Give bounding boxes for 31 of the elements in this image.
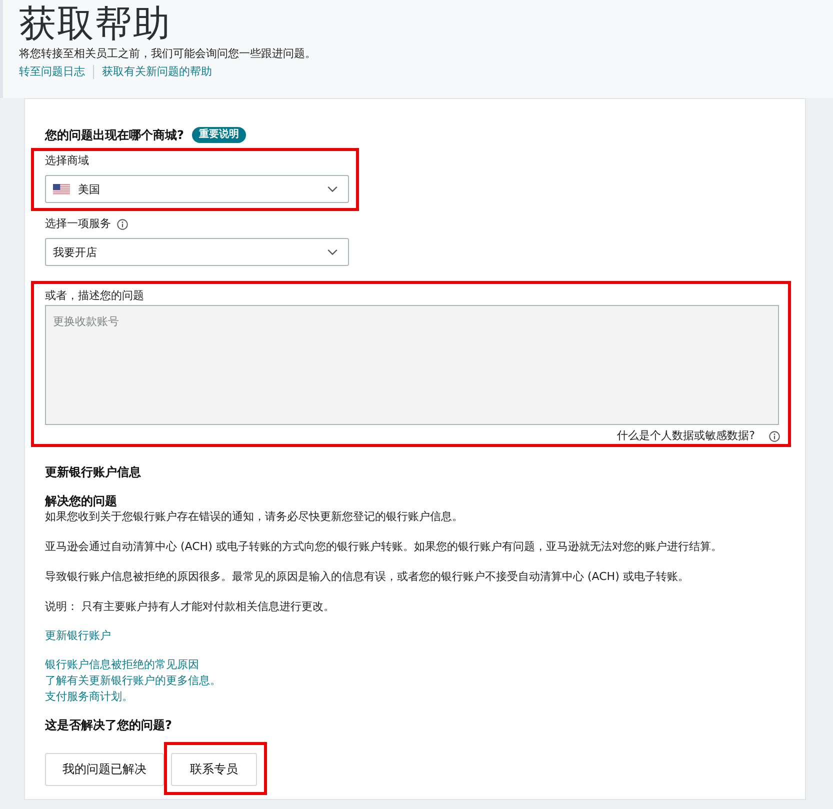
field-label: 或者，描述您的问题: [45, 288, 144, 304]
article-link[interactable]: 支付服务商计划。: [45, 689, 133, 705]
header-link[interactable]: 获取有关新问题的帮助: [102, 65, 212, 79]
article-title: 更新银行账户信息: [45, 464, 141, 480]
page-title: 获取帮助: [19, 2, 171, 46]
article-paragraph: 说明： 只有主要账户持有人才能对付款相关信息进行更改。: [45, 599, 334, 615]
privacy-hint: 什么是个人数据或敏感数据?: [617, 429, 755, 443]
article-paragraph: 如果您收到关于您银行账户存在错误的通知，请务必尽快更新您登记的银行账户信息。: [45, 509, 463, 525]
chevron-down-icon: [327, 186, 338, 192]
store-select[interactable]: 美国: [45, 175, 349, 203]
article-paragraph: 导致银行账户信息被拒绝的原因很多。最常见的原因是输入的信息有误，或者您的银行账户不接受自动清算中心 (ACH) 或电子转账。: [45, 569, 689, 585]
field-label: 选择商域: [45, 153, 89, 169]
service-select[interactable]: 我要开店: [45, 238, 349, 266]
feedback-button[interactable]: 我的问题已解决: [45, 753, 164, 786]
field-label: 选择一项服务: [45, 216, 111, 232]
feedback-button[interactable]: 联系专员: [171, 753, 257, 786]
info-icon: [117, 218, 128, 230]
article-link[interactable]: 银行账户信息被拒绝的常见原因: [45, 657, 199, 673]
article-subtitle: 解决您的问题: [45, 493, 117, 509]
article-paragraph: 亚马逊会通过自动清算中心 (ACH) 或电子转账的方式向您的银行账户转账。如果您的银行账户有问题，亚马逊就无法对您的账户进行结算。: [45, 539, 722, 555]
flag-icon: [53, 184, 70, 194]
chevron-down-icon: [327, 248, 338, 256]
header-link[interactable]: 转至问题日志: [19, 65, 85, 79]
info-icon: [769, 430, 780, 442]
description-field[interactable]: 更换收款账号: [45, 305, 779, 425]
page-subtitle: 将您转接至相关员工之前，我们可能会询问您一些跟进问题。: [19, 47, 316, 61]
article-link[interactable]: 了解有关更新银行账户的更多信息。: [45, 673, 221, 689]
feedback-question: 这是否解决了您的问题?: [45, 717, 172, 733]
marketplace-question: 您的问题出现在哪个商城?: [45, 127, 184, 143]
info-badge[interactable]: 重要说明: [192, 127, 246, 143]
article-link[interactable]: 更新银行账户: [45, 628, 111, 644]
